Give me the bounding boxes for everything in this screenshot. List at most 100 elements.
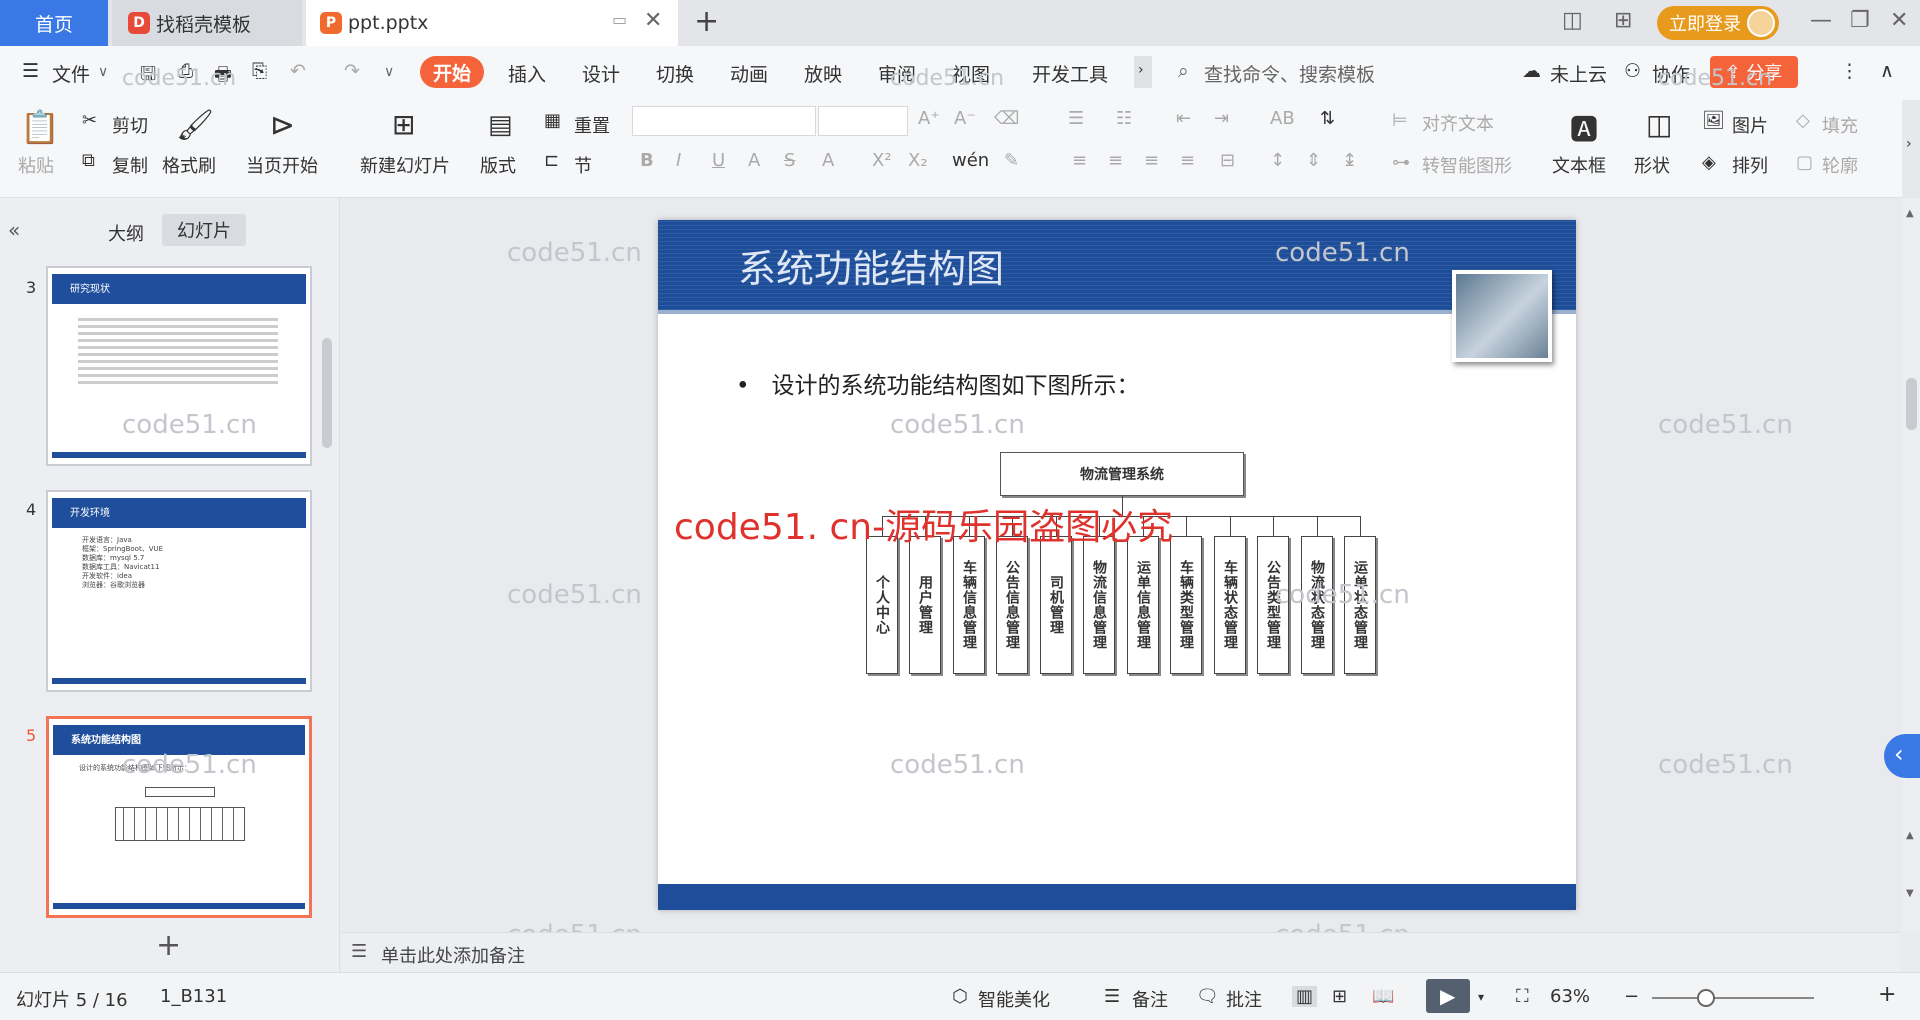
arrange-button[interactable]: 排列 xyxy=(1732,152,1768,178)
reset-button[interactable]: 重置 xyxy=(574,112,610,138)
slide-sorter-icon[interactable]: ⊞ xyxy=(1332,986,1347,1007)
subscript-icon[interactable]: X₂ xyxy=(908,150,928,171)
slide-bullet[interactable]: • 设计的系统功能结构图如下图所示： xyxy=(736,366,1140,400)
beautify-button[interactable]: 智能美化 xyxy=(978,986,1050,1012)
handshake-photo[interactable] xyxy=(1452,270,1552,362)
reading-view-icon[interactable]: 📖 xyxy=(1372,986,1394,1007)
tab-template[interactable]: D 找稻壳模板 xyxy=(112,0,302,46)
org-node[interactable]: 司机管理 xyxy=(1040,536,1072,674)
org-node[interactable]: 车辆信息管理 xyxy=(953,536,985,674)
menu-slideshow[interactable]: 放映 xyxy=(804,60,842,87)
close-window-icon[interactable]: ✕ xyxy=(1890,8,1908,33)
font-color-icon[interactable]: A xyxy=(822,150,834,171)
decrease-indent-icon[interactable]: ⇤ xyxy=(1176,108,1191,129)
paste-button[interactable]: 粘贴 xyxy=(18,152,54,178)
outline-button[interactable]: 轮廓 xyxy=(1822,152,1858,178)
restore-icon[interactable]: ❐ xyxy=(1850,8,1870,33)
italic-icon[interactable]: I xyxy=(676,150,681,171)
slide-5[interactable]: 系统功能结构图 • 设计的系统功能结构图如下图所示： 物流管理系统 个人中心 用户… xyxy=(658,220,1576,910)
collapse-panel-icon[interactable]: « xyxy=(8,218,20,242)
collapse-ribbon-icon[interactable]: ∧ xyxy=(1880,60,1894,82)
undo-icon[interactable]: ↶ xyxy=(290,60,306,82)
sort-icon[interactable]: ⇅ xyxy=(1320,108,1335,129)
chevron-down-icon[interactable]: ∨ xyxy=(98,64,108,80)
paste-icon[interactable]: 📋 xyxy=(20,108,60,146)
apps-grid-icon[interactable]: ⊞ xyxy=(1614,8,1632,33)
notes-placeholder[interactable]: 单击此处添加备注 xyxy=(381,942,525,968)
monitor-icon[interactable]: ▭ xyxy=(612,10,627,29)
cloud-status[interactable]: 未上云 xyxy=(1550,60,1607,87)
menu-developer[interactable]: 开发工具 xyxy=(1032,60,1108,87)
align-right-icon[interactable]: ≡ xyxy=(1144,150,1159,171)
org-node[interactable]: 物流信息管理 xyxy=(1083,536,1115,674)
fit-window-icon[interactable]: ⛶ xyxy=(1516,986,1529,1007)
layout-switch-icon[interactable]: ◫ xyxy=(1562,8,1583,33)
bold-icon[interactable]: B xyxy=(640,150,654,171)
normal-view-icon[interactable]: ▥ xyxy=(1292,986,1318,1007)
hamburger-icon[interactable]: ☰ xyxy=(22,60,39,82)
zoom-in-icon[interactable]: + xyxy=(1878,982,1896,1007)
search-input[interactable]: 查找命令、搜索模板 xyxy=(1204,60,1375,87)
tab-home[interactable]: 首页 xyxy=(0,0,108,46)
scroll-next-icon[interactable]: ▼ xyxy=(1906,888,1914,899)
org-node[interactable]: 公告信息管理 xyxy=(996,536,1028,674)
text-shadow-icon[interactable]: A xyxy=(748,150,760,171)
zoom-slider-knob[interactable] xyxy=(1696,989,1715,1007)
comments-button[interactable]: 批注 xyxy=(1226,986,1262,1012)
menu-home[interactable]: 开始 xyxy=(420,56,484,88)
play-options-icon[interactable]: ▾ xyxy=(1478,990,1484,1004)
font-size-select[interactable] xyxy=(818,106,908,136)
org-node[interactable]: 车辆类型管理 xyxy=(1170,536,1202,674)
superscript-icon[interactable]: X² xyxy=(872,150,892,171)
font-family-select[interactable] xyxy=(632,106,816,136)
text-direction-icon[interactable]: AB xyxy=(1270,108,1295,129)
new-tab-icon[interactable]: + xyxy=(694,4,719,39)
minimize-icon[interactable]: — xyxy=(1810,8,1832,33)
clear-format-icon[interactable]: ⌫ xyxy=(994,108,1019,129)
paragraph-spacing-icon[interactable]: ⇕ xyxy=(1306,150,1321,171)
layout-button[interactable]: 版式 xyxy=(480,152,516,178)
slide-thumb-4[interactable]: 开发环境 开发语言：Java 框架：SpringBoot、VUE 数据库：mys… xyxy=(46,490,312,692)
zoom-level[interactable]: 63% xyxy=(1550,986,1590,1007)
ribbon-scroll-right-icon[interactable]: › xyxy=(1902,100,1920,198)
smartart-button[interactable]: 转智能图形 xyxy=(1422,152,1512,178)
cut-button[interactable]: 剪切 xyxy=(112,112,148,138)
side-expand-button[interactable]: ‹ xyxy=(1884,734,1920,778)
highlight-icon[interactable]: ✎ xyxy=(1004,150,1019,171)
menu-animation[interactable]: 动画 xyxy=(730,60,768,87)
zoom-slider[interactable] xyxy=(1652,997,1814,999)
underline-icon[interactable]: U xyxy=(712,150,725,171)
scroll-thumb[interactable] xyxy=(1906,378,1917,430)
numbered-list-icon[interactable]: ☷ xyxy=(1116,108,1132,129)
new-slide-button[interactable]: 新建幻灯片 xyxy=(360,152,450,178)
column-spacing-icon[interactable]: ↨ xyxy=(1342,150,1357,171)
notes-toggle-button[interactable]: 备注 xyxy=(1132,986,1168,1012)
text-box-button[interactable]: 文本框 xyxy=(1552,152,1606,178)
theme-name[interactable]: 1_B131 xyxy=(160,986,227,1007)
menu-file[interactable]: 文件 xyxy=(52,60,90,87)
shape-button[interactable]: 形状 xyxy=(1634,152,1670,178)
canvas-scrollbar[interactable]: ▲ ▲ ▼ xyxy=(1903,198,1920,932)
font-shrink-icon[interactable]: A⁻ xyxy=(954,108,976,129)
more-options-icon[interactable]: ⋮ xyxy=(1840,60,1859,82)
menu-more-icon[interactable]: › xyxy=(1134,56,1152,88)
picture-button[interactable]: 图片 xyxy=(1732,112,1768,138)
slide-thumb-5[interactable]: 系统功能结构图 设计的系统功能结构图如下图所示： xyxy=(46,716,312,918)
scroll-prev-icon[interactable]: ▲ xyxy=(1906,830,1914,841)
redo-icon[interactable]: ↷ xyxy=(344,60,360,82)
slides-tab[interactable]: 幻灯片 xyxy=(162,214,246,246)
org-root-node[interactable]: 物流管理系统 xyxy=(1000,452,1244,496)
copy-button[interactable]: 复制 xyxy=(112,152,148,178)
increase-indent-icon[interactable]: ⇥ xyxy=(1214,108,1229,129)
strikethrough-icon[interactable]: S xyxy=(784,150,795,171)
section-button[interactable]: 节 xyxy=(574,152,592,178)
menu-insert[interactable]: 插入 xyxy=(508,60,546,87)
menu-transition[interactable]: 切换 xyxy=(656,60,694,87)
org-node[interactable]: 运单信息管理 xyxy=(1127,536,1159,674)
print-preview-icon[interactable]: ⎘ xyxy=(252,60,267,82)
quick-access-more-icon[interactable]: ∨ xyxy=(384,64,394,80)
phonetic-icon[interactable]: wén xyxy=(952,150,989,171)
align-left-icon[interactable]: ≡ xyxy=(1072,150,1087,171)
login-button[interactable]: 立即登录 xyxy=(1657,6,1779,40)
outline-tab[interactable]: 大纲 xyxy=(108,220,144,246)
